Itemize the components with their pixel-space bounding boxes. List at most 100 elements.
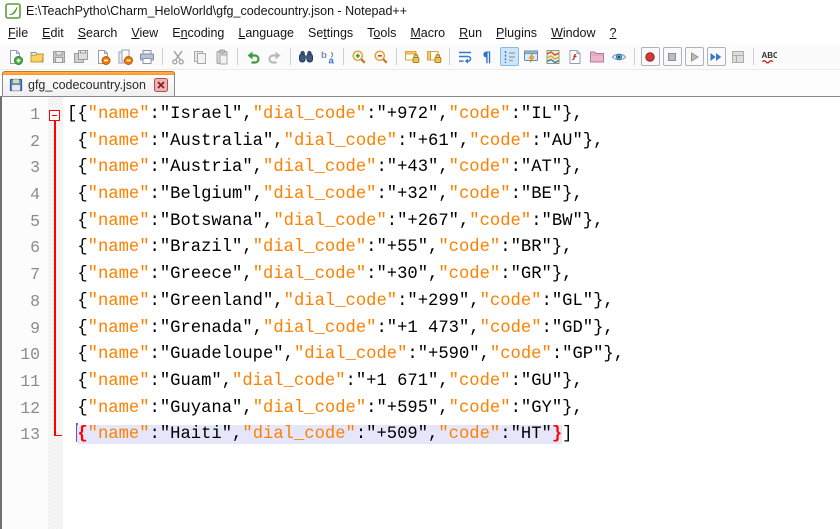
- save-all-icon: [72, 47, 91, 66]
- zoom-out-icon[interactable]: [372, 47, 391, 66]
- find-icon[interactable]: [297, 47, 316, 66]
- code-line-4[interactable]: {"name":"Belgium","dial_code":"+32","cod…: [67, 182, 840, 209]
- line-number: 9: [30, 318, 40, 338]
- toolbar-separator: [634, 48, 635, 65]
- menu-encoding[interactable]: Encoding: [165, 24, 231, 43]
- sync-horizontal-scroll-icon[interactable]: [425, 47, 444, 66]
- code-line-2[interactable]: {"name":"Australia","dial_code":"+61","c…: [67, 129, 840, 156]
- json-key: "name": [87, 238, 150, 258]
- json-key: "name": [87, 425, 150, 445]
- editor-area[interactable]: 1 2 3 4 5 6 7 8 9 10 11 12 13 [{"name":"Israel","dia…: [0, 96, 840, 529]
- code-line-7[interactable]: {"name":"Greece","dial_code":"+30","code…: [67, 262, 840, 289]
- line-number: 10: [20, 345, 40, 365]
- user-defined-dialog-icon[interactable]: [522, 47, 541, 66]
- macro-record-icon[interactable]: [640, 47, 660, 66]
- code-line-8[interactable]: {"name":"Greenland","dial_code":"+299","…: [67, 289, 840, 316]
- macro-run-multiple-icon[interactable]: [706, 47, 726, 66]
- code-line-1[interactable]: [{"name":"Israel","dial_code":"+972","co…: [67, 102, 840, 129]
- json-key: "dial_code": [263, 318, 377, 338]
- toolbar: b a ¶ ABC: [0, 44, 840, 70]
- menu-help[interactable]: ?: [603, 24, 624, 43]
- menu-settings[interactable]: Settings: [301, 24, 360, 43]
- json-key: "code": [438, 238, 501, 258]
- show-indent-guide-icon[interactable]: [499, 47, 519, 66]
- menu-file[interactable]: File: [1, 24, 35, 43]
- json-key: "name": [87, 291, 150, 311]
- open-file-icon[interactable]: [28, 47, 47, 66]
- selection-highlight: {"name":"Haiti","dial_code":"+509","code…: [77, 425, 563, 445]
- json-key: "dial_code": [283, 291, 398, 311]
- menu-bar: File Edit Search View Encoding Language Settin…: [0, 22, 840, 44]
- active-tab-accent: [2, 71, 175, 75]
- json-key: "name": [87, 211, 150, 231]
- copy-icon: [191, 47, 210, 66]
- menu-macro[interactable]: Macro: [403, 24, 452, 43]
- code-text[interactable]: [{"name":"Israel","dial_code":"+972","co…: [63, 97, 840, 529]
- menu-window[interactable]: Window: [544, 24, 602, 43]
- fold-margin[interactable]: [48, 97, 63, 529]
- tab-gfg-codecountry-json[interactable]: gfg_codecountry.json: [2, 71, 175, 96]
- json-key: "code": [479, 318, 542, 338]
- undo-icon[interactable]: [244, 47, 263, 66]
- menu-tools[interactable]: Tools: [360, 24, 403, 43]
- tab-close-icon[interactable]: [153, 77, 168, 92]
- matched-brace: {: [77, 425, 88, 445]
- document-map-icon[interactable]: [544, 47, 563, 66]
- paste-icon: [213, 47, 232, 66]
- line-number: 12: [20, 398, 40, 418]
- json-key: "dial_code": [293, 345, 408, 365]
- close-all-icon[interactable]: [116, 47, 135, 66]
- monitoring-icon[interactable]: [610, 47, 629, 66]
- fold-guide-corner: [54, 434, 62, 437]
- sync-vertical-scroll-icon[interactable]: [403, 47, 422, 66]
- json-key: "dial_code": [263, 158, 377, 178]
- json-key: "name": [87, 318, 150, 338]
- redo-icon: [266, 47, 285, 66]
- code-line-9[interactable]: {"name":"Grenada","dial_code":"+1 473","…: [67, 316, 840, 343]
- code-line-10[interactable]: {"name":"Guadeloupe","dial_code":"+590",…: [67, 342, 840, 369]
- print-icon[interactable]: [138, 47, 157, 66]
- menu-view[interactable]: View: [124, 24, 165, 43]
- code-line-6[interactable]: {"name":"Brazil","dial_code":"+55","code…: [67, 235, 840, 262]
- menu-language[interactable]: Language: [231, 24, 301, 43]
- line-number-gutter: 1 2 3 4 5 6 7 8 9 10 11 12 13: [2, 97, 48, 529]
- toolbar-separator: [162, 48, 163, 65]
- folder-as-workspace-icon[interactable]: [588, 47, 607, 66]
- code-line-13[interactable]: {"name":"Haiti","dial_code":"+509","code…: [67, 422, 840, 449]
- function-list-icon[interactable]: [566, 47, 585, 66]
- zoom-in-icon[interactable]: [350, 47, 369, 66]
- json-key: "name": [87, 345, 150, 365]
- json-key: "code": [438, 425, 501, 445]
- menu-edit[interactable]: Edit: [35, 24, 71, 43]
- new-file-icon[interactable]: [6, 47, 25, 66]
- spell-check-icon[interactable]: ABC: [760, 47, 779, 66]
- word-wrap-icon[interactable]: [456, 47, 475, 66]
- json-key: "code": [448, 398, 511, 418]
- window-title: E:\TeachPytho\Charm_HeloWorld\gfg_codeco…: [26, 4, 407, 18]
- menu-search[interactable]: Search: [71, 24, 125, 43]
- json-key: "dial_code": [263, 185, 377, 205]
- toolbar-separator: [396, 48, 397, 65]
- close-icon[interactable]: [94, 47, 113, 66]
- json-key: "dial_code": [242, 425, 356, 445]
- show-all-characters-icon[interactable]: ¶: [478, 47, 497, 66]
- saved-file-icon: [9, 78, 23, 92]
- fold-guide-line: [54, 120, 56, 436]
- replace-icon[interactable]: ba: [319, 47, 338, 66]
- line-number: 7: [30, 265, 40, 285]
- json-key: "code": [448, 105, 511, 124]
- json-key: "dial_code": [252, 238, 367, 258]
- code-line-3[interactable]: {"name":"Austria","dial_code":"+43","cod…: [67, 155, 840, 182]
- fold-collapse-marker[interactable]: [49, 109, 60, 121]
- line-number: 8: [30, 291, 40, 311]
- code-line-11[interactable]: {"name":"Guam","dial_code":"+1 671","cod…: [67, 369, 840, 396]
- code-line-12[interactable]: {"name":"Guyana","dial_code":"+595","cod…: [67, 396, 840, 423]
- code-line-5[interactable]: {"name":"Botswana","dial_code":"+267","c…: [67, 209, 840, 236]
- menu-run[interactable]: Run: [452, 24, 489, 43]
- line-number: 3: [30, 158, 40, 178]
- json-key: "code": [489, 345, 552, 365]
- json-key: "dial_code": [252, 265, 367, 285]
- menu-plugins[interactable]: Plugins: [489, 24, 544, 43]
- title-bar: E:\TeachPytho\Charm_HeloWorld\gfg_codeco…: [0, 0, 840, 22]
- notepad-plus-plus-icon: [5, 3, 21, 19]
